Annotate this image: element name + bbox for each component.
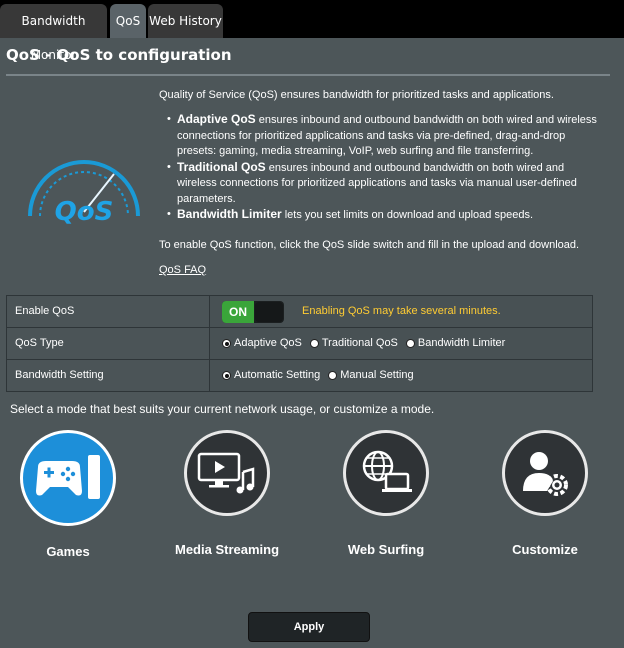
enable-instructions: To enable QoS function, click the QoS sl… — [159, 239, 580, 251]
tab-web-history[interactable]: Web History — [148, 4, 223, 38]
radio-unchecked-icon — [405, 339, 415, 348]
enable-qos-label: Enable QoS — [7, 296, 210, 327]
radio-adaptive-qos[interactable]: Adaptive QoS — [222, 328, 302, 359]
table-row: Enable QoS ON Enabling QoS may take seve… — [7, 296, 592, 328]
radio-bandwidth-limiter[interactable]: Bandwidth Limiter — [405, 328, 505, 359]
mode-web-surfing[interactable]: Web Surfing — [306, 430, 466, 557]
customize-icon — [502, 430, 588, 516]
mode-media-streaming[interactable]: Media Streaming — [147, 430, 307, 557]
qos-type-label: QoS Type — [7, 328, 210, 359]
apply-button[interactable]: Apply — [248, 612, 370, 642]
qos-logo-icon: QoS — [28, 160, 140, 227]
toggle-on-label: ON — [222, 301, 254, 323]
tab-bandwidth-monitor[interactable]: Bandwidth Monitor — [0, 4, 107, 62]
enable-qos-warning: Enabling QoS may take several minutes. — [302, 305, 501, 317]
radio-traditional-qos[interactable]: Traditional QoS — [309, 328, 398, 359]
mode-label: Web Surfing — [347, 542, 425, 557]
qos-faq-link[interactable]: QoS FAQ — [159, 264, 206, 276]
table-row: QoS Type Adaptive QoS Traditional QoS Ba… — [7, 328, 592, 360]
qos-type-radio-group: Adaptive QoS Traditional QoS Bandwidth L… — [222, 328, 513, 359]
page-title: QoS - QoS to configuration — [6, 46, 232, 64]
qos-description-list: • Adaptive QoS ensures inbound and outbou… — [167, 112, 597, 224]
bandwidth-setting-label: Bandwidth Setting — [7, 360, 210, 391]
mode-label: Games — [46, 544, 90, 559]
list-item: • Bandwidth Limiter lets you set limits o… — [167, 207, 533, 221]
web-surfing-icon — [343, 430, 429, 516]
qos-settings-table: Enable QoS ON Enabling QoS may take seve… — [6, 295, 593, 392]
enable-qos-toggle[interactable]: ON — [222, 301, 284, 323]
list-item: • Traditional QoS ensures inbound and out… — [167, 159, 577, 205]
mode-label: Customize — [512, 542, 578, 557]
title-divider — [6, 74, 610, 76]
tab-qos[interactable]: QoS — [110, 4, 146, 38]
radio-manual-setting[interactable]: Manual Setting — [328, 360, 414, 391]
bandwidth-setting-radio-group: Automatic Setting Manual Setting — [222, 360, 422, 391]
toggle-knob — [255, 302, 283, 322]
media-streaming-icon — [184, 430, 270, 516]
radio-unchecked-icon — [309, 339, 319, 348]
list-item: • Adaptive QoS ensures inbound and outbou… — [167, 112, 597, 157]
qos-intro-text: Quality of Service (QoS) ensures bandwid… — [159, 89, 554, 101]
tab-bar: Bandwidth Monitor QoS Web History — [0, 0, 624, 62]
radio-checked-icon — [222, 339, 231, 348]
mode-games[interactable]: Games — [0, 430, 148, 559]
mode-customize[interactable]: Customize — [465, 430, 624, 557]
mode-label: Media Streaming — [174, 542, 280, 557]
radio-automatic-setting[interactable]: Automatic Setting — [222, 360, 320, 391]
gamepad-icon — [20, 430, 116, 526]
radio-checked-icon — [222, 371, 231, 380]
svg-text:QoS: QoS — [55, 197, 114, 227]
radio-unchecked-icon — [328, 371, 338, 380]
table-row: Bandwidth Setting Automatic Setting Manu… — [7, 360, 592, 391]
mode-prompt: Select a mode that best suits your curre… — [10, 402, 435, 416]
